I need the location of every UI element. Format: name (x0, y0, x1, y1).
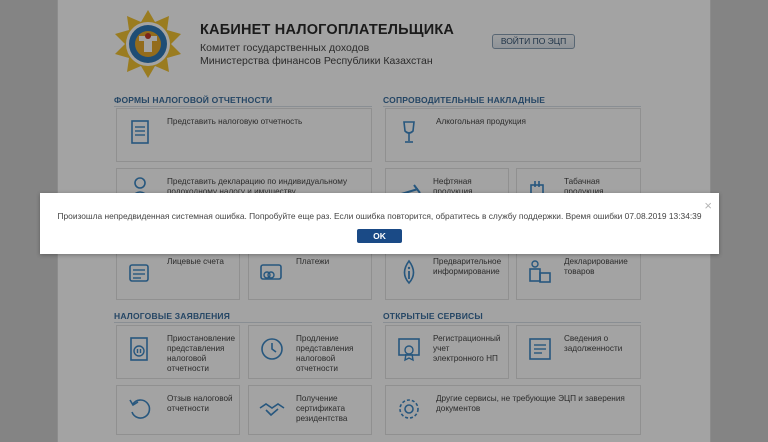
close-icon[interactable]: × (704, 199, 712, 212)
ok-button[interactable]: OK (357, 229, 402, 243)
error-message: Произошла непредвиденная системная ошибк… (57, 211, 702, 221)
error-dialog: Произошла непредвиденная системная ошибк… (40, 193, 719, 254)
